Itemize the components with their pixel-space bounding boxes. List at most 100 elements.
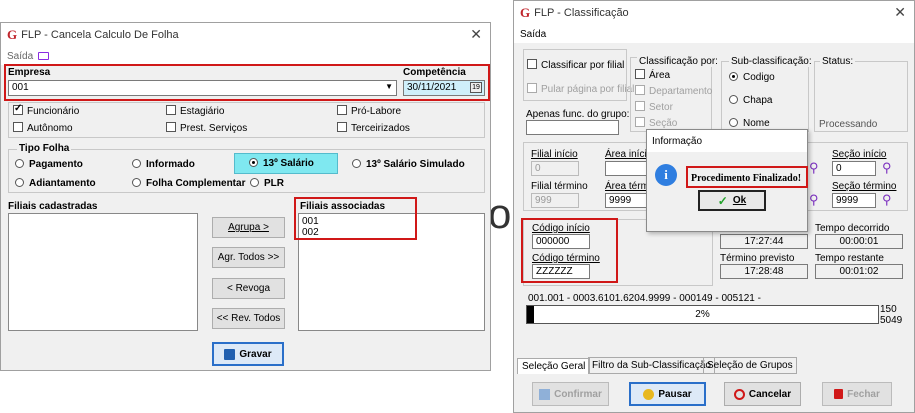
radio-13-salario-simulado[interactable]: 13º Salário Simulado xyxy=(352,158,465,170)
window-title: FLP - Classificação xyxy=(534,7,629,19)
codigo-termino-label: Código término xyxy=(532,253,600,264)
check-autonomo[interactable]: Autônomo xyxy=(13,122,73,134)
ok-button[interactable]: ✓ Ok xyxy=(698,190,766,211)
calendar-icon[interactable]: 19 xyxy=(470,82,482,93)
empresa-label: Empresa xyxy=(8,67,51,78)
empresa-value: 001 xyxy=(12,82,29,93)
empresa-combobox[interactable]: 001 ▼ xyxy=(8,80,397,96)
radio-plr[interactable]: PLR xyxy=(250,177,284,189)
radio-codigo[interactable]: Codigo xyxy=(729,71,775,83)
monitor-icon[interactable] xyxy=(38,52,50,60)
codigo-termino-field[interactable]: ZZZZZZ xyxy=(532,264,590,279)
check-setor: Setor xyxy=(635,101,673,113)
cancel-icon xyxy=(733,388,745,400)
title-bar: G FLP - Cancela Calculo De Folha ✕ xyxy=(1,23,490,47)
agr-todos-button[interactable]: Agr. Todos >> xyxy=(212,247,285,268)
search-icon[interactable]: ⚲ xyxy=(809,192,819,208)
gravar-button[interactable]: Gravar xyxy=(212,342,284,366)
progress-bar: 2% xyxy=(526,305,879,324)
check-departamento: Departamento xyxy=(635,85,712,97)
radio-informado[interactable]: Informado xyxy=(132,158,195,170)
filial-termino-field: 999 xyxy=(531,193,579,208)
tempo-restante-field: 00:01:02 xyxy=(815,264,903,279)
menu-saida[interactable]: Saída xyxy=(7,51,33,62)
competencia-label: Competência xyxy=(403,67,466,78)
apenas-func-field[interactable] xyxy=(526,120,619,135)
apenas-func-label: Apenas func. do grupo: xyxy=(526,109,630,120)
radio-adiantamento[interactable]: Adiantamento xyxy=(15,177,96,189)
radio-folha-complementar[interactable]: Folha Complementar xyxy=(132,177,245,189)
check-funcionario[interactable]: Funcionário xyxy=(13,103,79,117)
filial-termino-label: Filial término xyxy=(531,181,588,192)
sub-classificacao-legend: Sub-classificação: xyxy=(729,56,814,67)
radio-chapa[interactable]: Chapa xyxy=(729,94,772,106)
tab-filtro-sub-classificacao[interactable]: Filtro da Sub-Classificação xyxy=(588,357,715,374)
info-icon: i xyxy=(655,164,677,186)
radio-pagamento[interactable]: Pagamento xyxy=(15,158,83,170)
progress-caption: 001.001 - 0003.6101.6204.9999 - 000149 -… xyxy=(528,293,761,304)
check-area[interactable]: Área xyxy=(635,69,670,81)
filial-inicio-label: Filial início xyxy=(531,149,578,160)
save-icon xyxy=(224,348,236,360)
check-secao: Seção xyxy=(635,117,677,129)
cancelar-button[interactable]: Cancelar xyxy=(724,382,801,406)
search-icon[interactable]: ⚲ xyxy=(882,192,892,208)
progress-text: 2% xyxy=(695,309,710,320)
tempo-decorrido-label: Tempo decorrido xyxy=(815,223,890,234)
rev-todos-button[interactable]: << Rev. Todos xyxy=(212,308,285,329)
dialog-message: Procedimento Finalizado! xyxy=(691,173,802,184)
pause-icon xyxy=(643,388,655,400)
app-logo: G xyxy=(520,5,531,20)
filiais-cadastradas-list[interactable] xyxy=(8,213,198,331)
competencia-field[interactable]: 30/11/2021 19 xyxy=(403,80,485,96)
check-icon: ✓ xyxy=(717,193,728,208)
window-title: FLP - Cancela Calculo De Folha xyxy=(21,29,179,41)
save-icon xyxy=(539,388,551,400)
dialog-title: Informação xyxy=(652,136,703,147)
tab-selecao-geral[interactable]: Seleção Geral xyxy=(517,358,591,374)
status-value: Processando xyxy=(819,119,878,130)
revoga-button[interactable]: < Revoga xyxy=(212,278,285,299)
codigo-inicio-label: Código início xyxy=(532,223,590,234)
check-terceirizados[interactable]: Terceirizados xyxy=(337,122,410,134)
check-estagiario[interactable]: Estagiário xyxy=(166,105,224,117)
termino-previsto-field: 17:28:48 xyxy=(720,264,808,279)
termino-previsto-label: Término previsto xyxy=(720,253,795,264)
close-icon[interactable]: ✕ xyxy=(894,4,906,21)
tab-selecao-grupos[interactable]: Seleção de Grupos xyxy=(703,357,797,374)
chevron-down-icon[interactable]: ▼ xyxy=(385,82,393,91)
filiais-associadas-list[interactable]: 001 002 xyxy=(298,213,485,331)
cancela-calculo-window: G FLP - Cancela Calculo De Folha ✕ Saída… xyxy=(0,22,491,371)
codigo-inicio-field[interactable]: 000000 xyxy=(532,234,590,249)
check-pro-labore[interactable]: Pró-Labore xyxy=(337,105,401,117)
list-item[interactable]: 002 xyxy=(302,227,481,238)
search-icon[interactable]: ⚲ xyxy=(809,160,819,176)
confirmar-button: Confirmar xyxy=(532,382,609,406)
agrupa-button[interactable]: Agrupa > xyxy=(212,217,285,238)
area-inicio-field[interactable] xyxy=(605,161,649,176)
secao-inicio-label: Seção início xyxy=(832,149,887,160)
check-pular-pagina: Pular página por filial xyxy=(527,83,634,95)
close-icon[interactable]: ✕ xyxy=(470,26,482,43)
filiais-associadas-label: Filiais associadas xyxy=(300,201,386,212)
app-logo: G xyxy=(7,27,18,42)
secao-inicio-field[interactable]: 0 xyxy=(832,161,876,176)
menu-saida[interactable]: Saída xyxy=(520,29,546,40)
tempo-restante-label: Tempo restante xyxy=(815,253,884,264)
status-label: Status: xyxy=(820,56,856,67)
pausar-button[interactable]: Pausar xyxy=(629,382,706,406)
search-icon[interactable]: ⚲ xyxy=(882,160,892,176)
title-bar: G FLP - Classificação ✕ xyxy=(514,1,914,25)
progress-count-top: 150 xyxy=(880,304,897,315)
filiais-cadastradas-label: Filiais cadastradas xyxy=(8,201,98,212)
area-termino-field[interactable]: 9999 xyxy=(605,193,649,208)
tipo-folha-legend: Tipo Folha xyxy=(17,143,72,154)
radio-nome[interactable]: Nome xyxy=(729,117,770,129)
secao-termino-field[interactable]: 9999 xyxy=(832,193,876,208)
secao-termino-label: Seção término xyxy=(832,181,897,192)
radio-13-salario[interactable]: 13º Salário xyxy=(234,153,338,174)
informacao-dialog: Informação i Procedimento Finalizado! ✓ … xyxy=(646,129,808,232)
check-classificar-por-filial[interactable]: Classificar por filial xyxy=(527,59,624,71)
check-prest-servicos[interactable]: Prest. Serviços xyxy=(166,122,247,134)
list-item[interactable]: 001 xyxy=(302,216,481,227)
